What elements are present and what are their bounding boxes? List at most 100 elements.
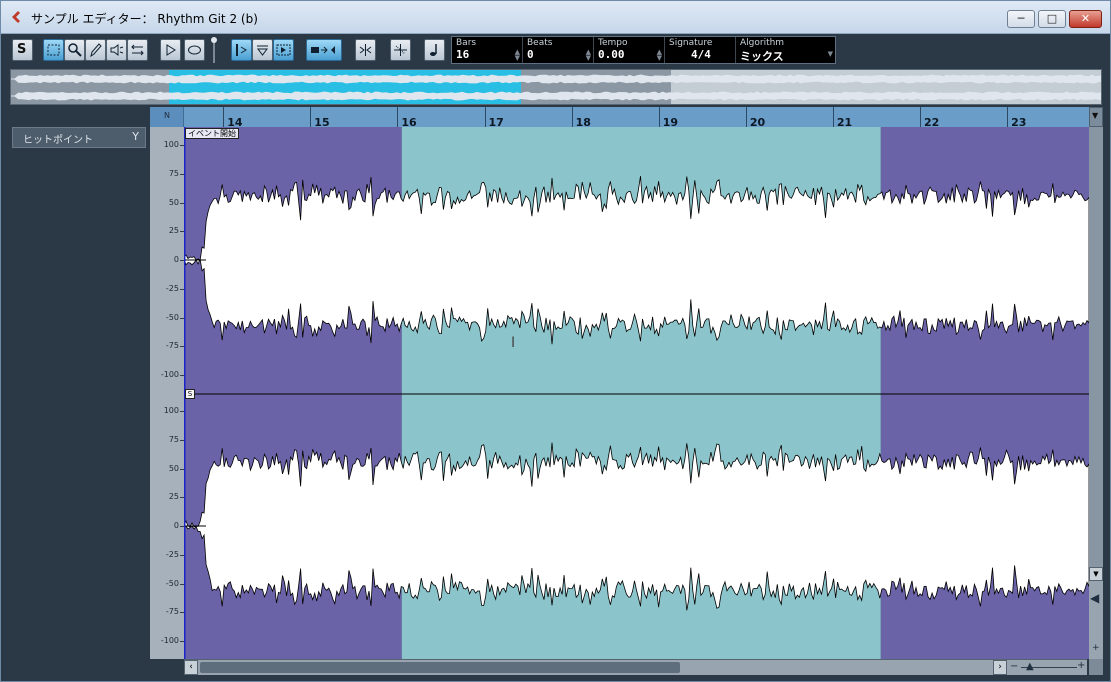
bar-label: 19 [662, 116, 679, 127]
play-icon [166, 44, 176, 56]
pencil-icon [90, 43, 102, 58]
algorithm-value: ミックス [740, 50, 784, 63]
horizontal-scroll-thumb[interactable] [200, 662, 680, 673]
close-button[interactable]: ✕ [1069, 10, 1102, 28]
bars-field[interactable]: Bars 16 ▲ ▼ [452, 37, 523, 63]
time-warp-tool-button[interactable] [127, 39, 148, 61]
bar-tick [484, 107, 486, 127]
level-scale: 100 75 50 25 0 -25 -50 -75 -100 100 75 50 25 0 -25 -50 -… [150, 127, 184, 659]
tempo-label: Tempo [598, 38, 628, 48]
tempo-field[interactable]: Tempo 0.00 ▲ ▼ [594, 37, 665, 63]
loop-icon [188, 45, 201, 55]
vertical-zoom-plus-icon[interactable]: + [1092, 643, 1100, 653]
resize-grip[interactable] [1089, 659, 1103, 675]
waveform-channel-1 [184, 176, 1089, 345]
bar-label: 17 [488, 116, 504, 127]
hitpoint-tab-label: ヒットポイント [23, 135, 93, 146]
scroll-right-arrow-icon[interactable]: › [993, 660, 1007, 675]
bar-tick [223, 107, 225, 127]
minimize-icon: ─ [1017, 12, 1025, 25]
cubase-logo-icon [12, 11, 20, 23]
play-tool-button[interactable] [106, 39, 127, 61]
beats-field[interactable]: Beats 0 ▲ ▼ [523, 37, 594, 63]
minimize-button[interactable]: ─ [1007, 10, 1035, 28]
zoom-knob-icon[interactable]: ▲ [1026, 661, 1034, 672]
filter-icon: Y [132, 130, 139, 143]
title-bar[interactable]: サンプル エディター： Rhythm Git 2 (b) ─ □ ✕ [1, 1, 1110, 34]
range-select-tool-button[interactable] [43, 39, 64, 61]
tempo-value: 0.00 [598, 48, 625, 61]
ruler-corner[interactable]: N [150, 107, 184, 127]
maximize-button[interactable]: □ [1038, 10, 1066, 28]
bar-label: 14 [227, 116, 243, 127]
auto-scroll-icon [257, 45, 268, 56]
bar-tick [745, 107, 747, 127]
bar-tick [571, 107, 573, 127]
scroll-menu-arrow-icon[interactable]: ▼ [1089, 567, 1103, 581]
bar-tick [920, 107, 922, 127]
bar-tick [658, 107, 660, 127]
play-button[interactable] [160, 39, 181, 61]
spin-arrows-icon: ▲ ▼ [656, 48, 662, 62]
bar-label: 21 [836, 116, 853, 127]
sync-point-marker[interactable]: S [185, 389, 195, 399]
note-value-button[interactable] [424, 39, 445, 61]
beats-value: 0 [527, 48, 534, 61]
tempo-definition-icon [311, 46, 335, 54]
waveform-channel-2 [184, 442, 1089, 611]
scroll-left-arrow-icon[interactable]: ‹ [184, 660, 198, 675]
snap-to-zero-button[interactable] [231, 39, 252, 61]
bar-tick [310, 107, 312, 127]
spin-arrows-icon: ▲ ▼ [585, 48, 591, 62]
level-label: 0 [173, 255, 179, 264]
overview-channel-2 [11, 91, 1101, 101]
bar-label: 15 [314, 116, 330, 127]
auto-scroll-button[interactable] [252, 39, 273, 61]
bar-tick [1007, 107, 1009, 127]
bars-value: 16 [456, 48, 470, 61]
level-label: -25 [165, 549, 179, 559]
signature-field[interactable]: Signature 4/4 [665, 37, 736, 63]
horizontal-zoom-slider[interactable]: − ▲ + [1007, 659, 1087, 675]
hitpoint-tab[interactable]: ヒットポイント Y [12, 127, 146, 148]
solo-editor-button[interactable]: S [12, 39, 33, 61]
ruler-menu-button[interactable]: ▼ [1089, 107, 1103, 127]
bar-ruler[interactable]: 14 15 16 17 18 19 20 21 22 23 [184, 107, 1089, 127]
vertical-zoom-knob-icon[interactable]: ◀ [1090, 591, 1099, 605]
overview-waveform [11, 70, 1101, 104]
bar-label: 18 [575, 116, 591, 127]
bar-tick [832, 107, 834, 127]
musical-mode-button[interactable] [355, 39, 376, 61]
level-label: -100 [160, 370, 179, 379]
info-line: Bars 16 ▲ ▼ Beats 0 ▲ ▼ Tempo 0.00 ▲ ▼ Sign… [451, 36, 836, 64]
show-regions-button[interactable] [273, 39, 294, 61]
audio-tempo-definition-button[interactable] [306, 39, 342, 61]
beats-label: Beats [527, 38, 553, 48]
ruler-corner-label: N [164, 111, 170, 120]
signature-label: Signature [669, 38, 713, 48]
level-label: -50 [165, 578, 179, 588]
sample-editor-window: サンプル エディター： Rhythm Git 2 (b) ─ □ ✕ S Bar… [0, 0, 1111, 682]
horizontal-scrollbar[interactable]: ‹ › [184, 659, 1007, 675]
vertical-zoom-slider[interactable]: ◀ + [1089, 581, 1103, 659]
bars-label: Bars [456, 38, 477, 48]
zoom-out-icon[interactable]: − [1010, 661, 1018, 672]
bar-label: 16 [401, 116, 417, 127]
level-label: 0 [173, 521, 179, 530]
loop-button[interactable] [184, 39, 205, 61]
level-label: -75 [165, 607, 179, 617]
vertical-scrollbar[interactable]: ▼ ▼ [1089, 127, 1103, 659]
event-start-marker[interactable]: イベント開始 [185, 128, 239, 139]
volume-slider[interactable] [211, 37, 217, 63]
chevron-down-icon: ▼ [1092, 111, 1099, 120]
snap-grid-button[interactable] [390, 39, 411, 61]
close-icon: ✕ [1080, 12, 1091, 25]
waveform-display[interactable] [184, 127, 1089, 659]
pencil-tool-button[interactable] [85, 39, 106, 61]
level-label: 75 [168, 434, 179, 444]
time-warp-icon [131, 44, 144, 56]
algorithm-field[interactable]: Algorithm ミックス ▼ [736, 37, 835, 63]
overview-line[interactable] [10, 69, 1102, 105]
zoom-in-icon[interactable]: + [1077, 660, 1085, 671]
zoom-tool-button[interactable] [64, 39, 85, 61]
